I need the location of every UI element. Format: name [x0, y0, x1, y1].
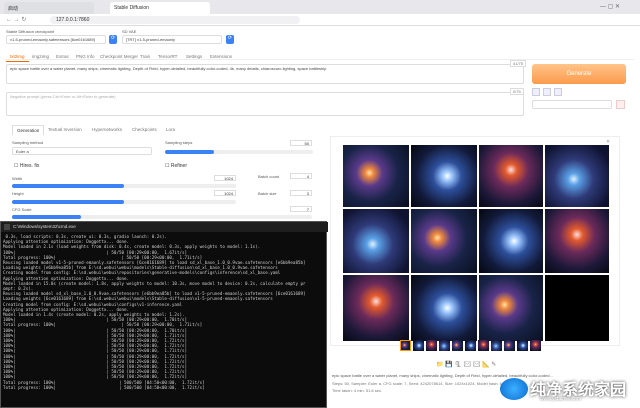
tab-png-info[interactable]: PNG Info	[72, 52, 99, 61]
negative-token-counter: 0/75	[510, 88, 524, 95]
thumbnail[interactable]	[439, 340, 450, 351]
hires-fix-label: Hires. fix	[19, 163, 40, 169]
thumbnail[interactable]	[530, 340, 541, 351]
gallery-image[interactable]	[343, 275, 409, 341]
tab-txt2img[interactable]: txt2img	[6, 52, 29, 62]
vae-label: SD VAE	[122, 29, 137, 34]
gallery-image[interactable]	[479, 275, 543, 341]
subtab-checkpoints[interactable]: Checkpoints	[128, 125, 161, 134]
tab-train[interactable]: Train	[136, 52, 154, 61]
batch-count-input[interactable]: 4	[290, 173, 312, 179]
refiner-label: Refiner	[170, 163, 187, 169]
tab-label: Stable Diffusion	[114, 5, 149, 11]
checkpoint-select[interactable]: v1-5-pruned-emaonly.safetensors [6ce0161…	[6, 35, 106, 44]
clipboard-icon[interactable]	[554, 88, 562, 96]
terminal-title: C:\Windows\system32\cmd.exe	[1, 222, 328, 232]
tab-img2img[interactable]: img2img	[28, 52, 53, 61]
refresh-vae-button[interactable]: ⟳	[226, 35, 234, 44]
url-field[interactable]: 127.0.0.1:7860	[50, 16, 300, 24]
tab-settings[interactable]: Settings	[182, 52, 206, 61]
refresh-checkpoint-button[interactable]: ⟳	[109, 35, 117, 44]
tab-extensions[interactable]: Extensions	[206, 52, 236, 61]
terminal-icon	[4, 224, 10, 230]
thumbnail-selected[interactable]	[400, 340, 411, 351]
watermark-sub: www.yidaimei.com	[540, 396, 582, 402]
styles-select[interactable]	[532, 100, 612, 109]
tab-extras[interactable]: Extras	[52, 52, 73, 61]
terminal-line: Total progress: 100%| | 500/500 [04:50<0…	[3, 384, 205, 390]
gallery-image[interactable]	[479, 209, 543, 273]
gallery-image[interactable]	[343, 145, 409, 207]
vae-select[interactable]: [TRT] v1-5-pruned-emaonly	[122, 35, 222, 44]
subtab-textual-inversion[interactable]: Textual Inversion	[44, 125, 86, 134]
width-slider[interactable]	[12, 184, 236, 188]
prompt-input[interactable]: epic space battle over a water planet, m…	[6, 64, 524, 84]
window-controls[interactable]: — ▢ ✕	[600, 3, 620, 10]
height-label: Height	[12, 191, 24, 196]
gallery-image[interactable]	[411, 145, 477, 207]
hires-fix-checkbox[interactable]: ☐ Hires. fix	[14, 163, 39, 169]
checkpoint-label: Stable Diffusion checkpoint	[6, 29, 55, 34]
thumbnail[interactable]	[465, 340, 476, 351]
thumbnail[interactable]	[413, 340, 424, 351]
terminal-line: Model loaded in 15.0s (create model: 1.8…	[3, 280, 306, 286]
close-icon[interactable]: ✕	[606, 139, 610, 145]
main-tabs: txt2img img2img Extras PNG Info Checkpoi…	[6, 52, 634, 62]
gallery-image-empty	[545, 275, 609, 341]
cfg-scale-input[interactable]: 7	[290, 206, 312, 212]
trash-icon[interactable]	[543, 88, 551, 96]
output-actions[interactable]: 📁 💾 🗜 ✉ ✉ 📐 ✎	[436, 361, 496, 368]
thumbnail[interactable]	[517, 340, 528, 351]
refiner-checkbox[interactable]: ☐ Refiner	[165, 163, 187, 169]
cfg-scale-slider[interactable]	[12, 215, 312, 219]
thumbnail[interactable]	[478, 340, 489, 351]
gallery-image[interactable]	[411, 209, 477, 273]
thumbnail[interactable]	[426, 340, 437, 351]
gallery-image[interactable]	[411, 275, 477, 341]
sampling-steps-slider[interactable]	[165, 150, 313, 154]
terminal-window[interactable]: C:\Windows\system32\cmd.exe 0.3s, load s…	[0, 221, 328, 408]
time-taken: Time taken: 4 min. 51.6 sec.	[332, 388, 383, 393]
sampling-steps-label: Sampling steps	[165, 140, 193, 145]
brush-icon[interactable]	[616, 100, 625, 109]
cfg-scale-label: CFG Scale	[12, 207, 32, 212]
gallery-image[interactable]	[479, 145, 543, 207]
tab-label: 启动	[8, 5, 19, 12]
generate-button[interactable]: Generate	[532, 64, 626, 84]
watermark-logo-icon	[500, 378, 528, 400]
thumbnail[interactable]	[504, 340, 515, 351]
terminal-output: 0.3s, load scripts: 0.3s, create ui: 0.3…	[3, 234, 325, 408]
negative-prompt-input[interactable]: Negative prompt (press Ctrl+Enter or Alt…	[6, 92, 524, 116]
terminal-line: Creating model from config: E:\sd.webui\…	[3, 270, 281, 276]
sampling-method-select[interactable]: Euler a	[12, 147, 152, 155]
height-slider[interactable]	[12, 200, 236, 204]
height-input[interactable]: 1024	[214, 190, 236, 196]
gallery-image[interactable]	[545, 145, 609, 207]
thumbnail[interactable]	[491, 340, 502, 351]
subtab-lora[interactable]: Lora	[162, 125, 179, 134]
width-label: Width	[12, 176, 23, 181]
sampling-steps-input[interactable]: 50	[290, 140, 312, 146]
output-gallery: ✕	[330, 136, 620, 346]
batch-size-label: Batch size	[258, 191, 277, 196]
prompt-token-counter: 41/75	[510, 60, 527, 67]
gallery-image[interactable]	[545, 209, 609, 273]
arrow-icon[interactable]	[532, 88, 540, 96]
nav-arrows-icon[interactable]: ← → ↻	[6, 16, 26, 23]
sampling-method-label: Sampling method	[12, 140, 44, 145]
browser-tab-bar: 启动 Stable Diffusion — ▢ ✕	[0, 0, 640, 14]
address-bar: ← → ↻ 127.0.0.1:7860	[0, 14, 640, 26]
gallery-image[interactable]	[343, 209, 409, 273]
batch-count-label: Batch count	[258, 174, 280, 179]
width-input[interactable]: 1024	[214, 175, 236, 181]
browser-tab-start[interactable]: 启动	[4, 2, 94, 14]
browser-tab-sd[interactable]: Stable Diffusion	[110, 2, 210, 14]
subtab-hypernetworks[interactable]: Hypernetworks	[88, 125, 126, 134]
subtab-generation[interactable]: Generation	[12, 125, 45, 135]
thumbnail[interactable]	[452, 340, 463, 351]
tab-tensorrt[interactable]: TensorRT	[154, 52, 181, 61]
batch-size-input[interactable]: 3	[290, 190, 312, 196]
